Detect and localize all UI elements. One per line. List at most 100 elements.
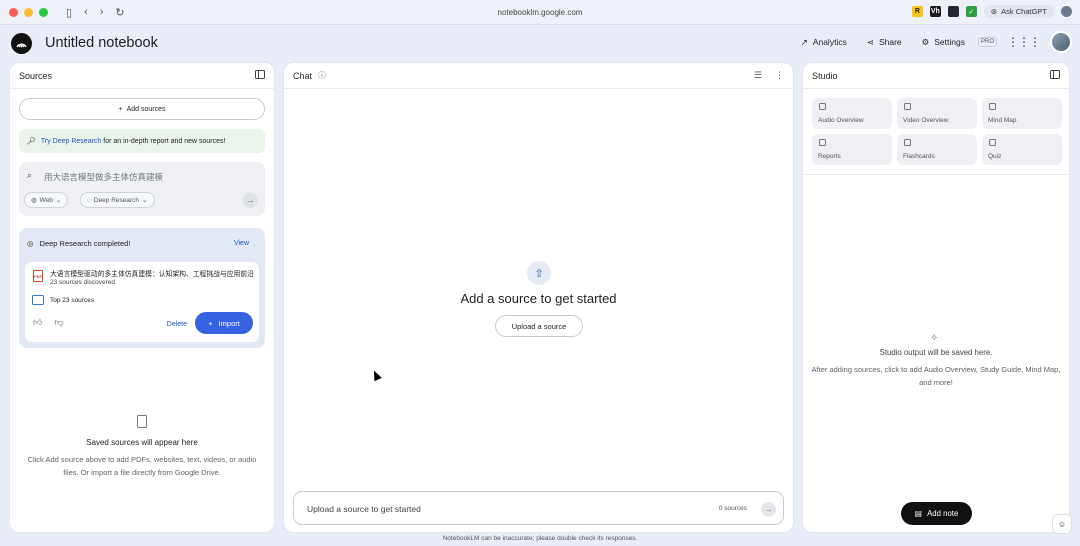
- studio-header: Studio: [803, 63, 1069, 89]
- collapse-panel-icon[interactable]: [255, 70, 265, 79]
- saved-sources-desc: Click Add source above to add PDFs, webs…: [27, 455, 257, 477]
- upload-icon: ⇧: [527, 261, 551, 285]
- back-arrow-icon[interactable]: ‹: [84, 6, 88, 18]
- notebooklm-logo[interactable]: [11, 32, 32, 54]
- pro-badge: PRO: [977, 37, 997, 47]
- search-icon: ⌕: [27, 170, 33, 180]
- close-window-button[interactable]: [9, 7, 18, 17]
- feedback-icon[interactable]: ☺: [1052, 514, 1072, 534]
- web-source-dropdown[interactable]: ◍ Web ⌄: [24, 192, 69, 208]
- plus-icon: +: [208, 318, 213, 328]
- ask-chatgpt-label: Ask ChatGPT: [1001, 7, 1047, 16]
- reports-tile[interactable]: Reports: [812, 134, 892, 165]
- research-result: PDF 大语言模型驱动的多主体仿真建模：认知架构、工程挑战与应用前沿 23 so…: [25, 262, 259, 342]
- saved-sources-empty: Saved sources will appear here Click Add…: [10, 415, 274, 479]
- video-overview-tile[interactable]: Video Overview: [897, 98, 977, 129]
- flashcards-icon: [904, 139, 911, 146]
- promo-text: Try Deep Research for an in-depth report…: [41, 138, 226, 145]
- source-search-box: ⌕ 用大语言模型做多主体仿真建模 ◍ Web ⌄ ◌ Deep Research…: [19, 162, 265, 216]
- user-avatar[interactable]: [1050, 31, 1072, 53]
- deep-research-heading: ◎ Deep Research completed!: [27, 239, 130, 248]
- share-button[interactable]: ⋖ Share: [860, 33, 909, 52]
- studio-panel: Studio Audio Overview Video Overview Min…: [802, 62, 1070, 533]
- minimize-window-button[interactable]: [24, 7, 33, 17]
- deep-research-title: Deep Research completed!: [39, 239, 131, 248]
- globe-icon: ◍: [31, 197, 37, 204]
- submit-arrow-button[interactable]: →: [243, 193, 258, 208]
- promo-desc: for an in-depth report and new sources!: [103, 137, 226, 145]
- profile-avatar[interactable]: [1061, 6, 1072, 17]
- ask-chatgpt-button[interactable]: ⊛ Ask ChatGPT: [983, 5, 1054, 18]
- document-icon: [137, 415, 147, 428]
- notebook-title[interactable]: Untitled notebook: [45, 35, 158, 51]
- forward-arrow-icon[interactable]: ›: [100, 6, 104, 18]
- github-extension-icon[interactable]: [947, 6, 959, 17]
- reports-icon: [819, 139, 826, 146]
- sources-panel: Sources + Add sources 🔎︎ Try Deep Resear…: [9, 62, 275, 533]
- maximize-window-button[interactable]: [39, 7, 48, 17]
- studio-empty-title: Studio output will be saved here.: [879, 348, 993, 357]
- web-chip-label: Web: [39, 196, 53, 204]
- check-extension-icon[interactable]: ✓: [965, 6, 977, 17]
- try-deep-research-link[interactable]: Try Deep Research: [41, 138, 101, 145]
- studio-tiles: Audio Overview Video Overview Mind Map R…: [812, 98, 1062, 165]
- add-note-label: Add note: [927, 509, 959, 518]
- sidebar-toggle-icon[interactable]: ▯: [66, 6, 72, 19]
- flashcards-tile[interactable]: Flashcards: [897, 134, 977, 165]
- search-sparkle-icon: 🔎︎: [27, 138, 36, 145]
- tile-label: Video Overview: [903, 117, 949, 124]
- tune-icon[interactable]: ☰: [754, 70, 762, 81]
- sources-header: Sources: [10, 63, 274, 89]
- top-sources-label[interactable]: Top 23 sources: [50, 297, 94, 304]
- r-extension-icon[interactable]: R: [911, 6, 923, 17]
- research-complete-icon: ◎: [27, 239, 34, 248]
- video-icon: [904, 103, 911, 110]
- vh-extension-icon[interactable]: Vh: [929, 6, 941, 17]
- apps-grid-icon[interactable]: ⋮⋮⋮: [1007, 35, 1041, 49]
- info-icon[interactable]: ⓘ: [318, 70, 326, 81]
- share-icon: ⋖: [866, 36, 874, 47]
- deep-research-promo[interactable]: 🔎︎ Try Deep Research for an in-depth rep…: [19, 129, 265, 153]
- mind-map-icon: [989, 103, 996, 110]
- view-button[interactable]: View: [234, 240, 249, 247]
- quiz-tile[interactable]: Quiz: [982, 134, 1062, 165]
- add-sources-button[interactable]: + Add sources: [19, 98, 265, 120]
- thumbs-down-icon[interactable]: 👎︎: [54, 317, 63, 328]
- search-input[interactable]: 用大语言模型做多主体仿真建模: [44, 171, 163, 183]
- add-note-button[interactable]: ▤ Add note: [901, 502, 972, 525]
- chat-title: Chat: [293, 70, 313, 81]
- collapse-panel-icon[interactable]: [1050, 70, 1060, 79]
- note-icon: ▤: [914, 509, 923, 518]
- tile-label: Mind Map: [988, 117, 1017, 124]
- chevron-down-icon: ⌄: [142, 197, 148, 204]
- upload-source-button[interactable]: Upload a source: [495, 315, 583, 337]
- tile-label: Reports: [818, 153, 841, 160]
- saved-sources-title: Saved sources will appear here: [86, 438, 198, 447]
- import-button[interactable]: + Import: [195, 312, 253, 334]
- tile-label: Flashcards: [903, 153, 935, 160]
- deep-research-card: ◎ Deep Research completed! View PDF 大语言模…: [19, 228, 265, 348]
- settings-button[interactable]: ⚙ Settings: [915, 33, 972, 52]
- send-button[interactable]: →: [761, 502, 776, 517]
- sources-discovered: 23 sources discovered: [50, 279, 116, 286]
- footer-disclaimer: NotebookLM can be inaccurate; please dou…: [442, 535, 638, 542]
- divider: [803, 174, 1069, 175]
- reload-icon[interactable]: ↻: [115, 6, 124, 19]
- more-vert-icon[interactable]: ⋮: [775, 70, 784, 81]
- research-chip-label: Deep Research: [93, 196, 140, 204]
- deep-research-dropdown[interactable]: ◌ Deep Research ⌄: [80, 192, 155, 208]
- pdf-icon: PDF: [33, 270, 43, 282]
- audio-overview-tile[interactable]: Audio Overview: [812, 98, 892, 129]
- mind-map-tile[interactable]: Mind Map: [982, 98, 1062, 129]
- delete-button[interactable]: Delete: [167, 321, 187, 328]
- chat-input[interactable]: Upload a source to get started 0 sources…: [293, 491, 784, 525]
- studio-empty-state: Studio output will be saved here. After …: [803, 348, 1069, 389]
- analytics-label: Analytics: [812, 37, 847, 47]
- research-doc-title[interactable]: 大语言模型驱动的多主体仿真建模：认知架构、工程挑战与应用前沿: [50, 268, 254, 278]
- thumbs-up-icon[interactable]: 👍︎: [33, 317, 42, 328]
- settings-label: Settings: [934, 37, 965, 47]
- analytics-button[interactable]: ↗ Analytics: [794, 33, 854, 52]
- browser-toolbar: ▯ ‹ › ↻ notebooklm.google.com R Vh ✓ ⊛ A…: [0, 0, 1080, 25]
- audio-icon: [819, 103, 826, 110]
- chatgpt-icon: ⊛: [990, 7, 998, 16]
